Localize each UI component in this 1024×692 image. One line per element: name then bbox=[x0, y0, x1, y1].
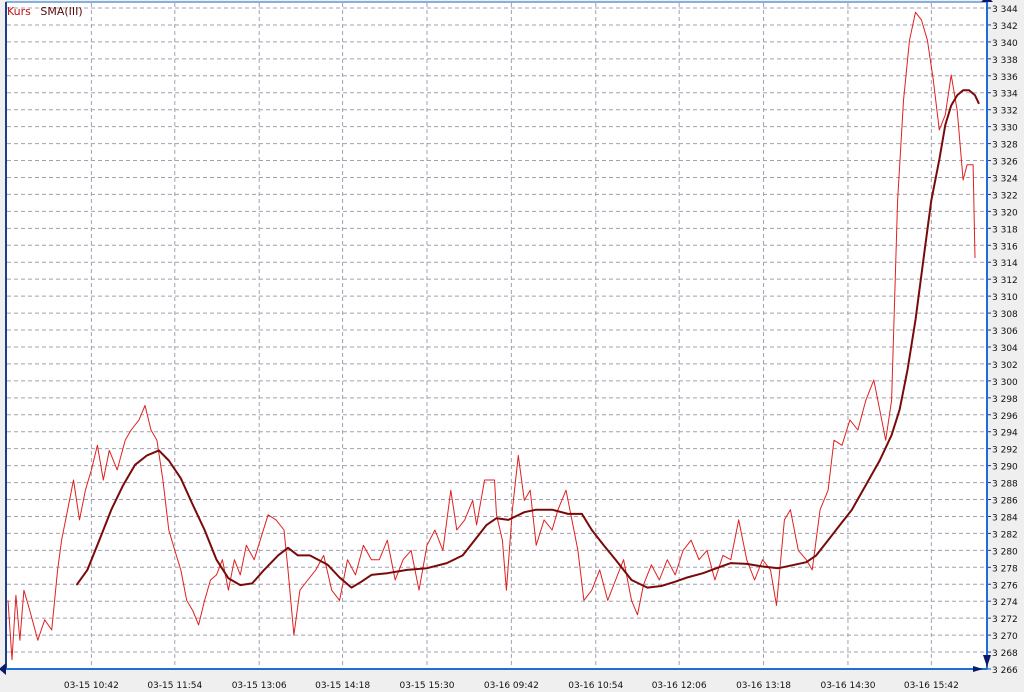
y-tick-label: 3 342 bbox=[992, 22, 1018, 32]
legend-sma: SMA(III) bbox=[40, 5, 83, 18]
y-tick-label: 3 298 bbox=[992, 395, 1018, 405]
y-tick-label: 3 314 bbox=[992, 259, 1018, 269]
y-tick-label: 3 322 bbox=[992, 191, 1018, 201]
chart-window: 3 266 3 268 3 270 3 272 3 274 3 276 3 278 3 280… bbox=[0, 0, 1024, 692]
x-tick-label: 03-16 13:18 bbox=[736, 681, 791, 691]
x-tick-label: 03-15 13:06 bbox=[232, 681, 287, 691]
y-tick-label: 3 284 bbox=[992, 513, 1018, 523]
y-tick-label: 3 338 bbox=[992, 56, 1018, 66]
y-tick-label: 3 310 bbox=[992, 293, 1018, 303]
x-tick-label: 03-16 10:54 bbox=[568, 681, 623, 691]
y-tick-label: 3 318 bbox=[992, 225, 1018, 235]
y-tick-label: 3 324 bbox=[992, 174, 1018, 184]
y-tick-label: 3 308 bbox=[992, 310, 1018, 320]
y-tick-label: 3 330 bbox=[992, 124, 1018, 134]
y-tick-label: 3 266 bbox=[992, 666, 1018, 676]
price-chart[interactable]: 3 266 3 268 3 270 3 272 3 274 3 276 3 278 3 280… bbox=[0, 0, 1024, 692]
y-tick-label: 3 328 bbox=[992, 141, 1018, 151]
y-tick-label: 3 282 bbox=[992, 530, 1018, 540]
scroll-left-arrow-icon bbox=[0, 663, 6, 675]
y-tick-label: 3 292 bbox=[992, 446, 1018, 456]
y-tick-label: 3 340 bbox=[992, 39, 1018, 49]
y-tick-label: 3 294 bbox=[992, 429, 1018, 439]
y-tick-label: 3 296 bbox=[992, 412, 1018, 422]
y-tick-label: 3 268 bbox=[992, 649, 1018, 659]
x-tick-label: 03-15 10:42 bbox=[64, 681, 119, 691]
x-tick-label: 03-16 12:06 bbox=[652, 681, 707, 691]
x-tick-label: 03-15 11:54 bbox=[147, 681, 202, 691]
y-tick-label: 3 276 bbox=[992, 581, 1018, 591]
y-tick-label: 3 306 bbox=[992, 327, 1018, 337]
legend-kurs: Kurs bbox=[7, 5, 31, 18]
x-tick-label: 03-16 15:42 bbox=[904, 681, 959, 691]
y-tick-label: 3 336 bbox=[992, 73, 1018, 83]
y-tick-label: 3 302 bbox=[992, 361, 1018, 371]
y-tick-label: 3 286 bbox=[992, 497, 1018, 507]
scroll-up-arrow-icon bbox=[981, 0, 993, 2]
y-tick-label: 3 312 bbox=[992, 276, 1018, 286]
y-tick-label: 3 344 bbox=[992, 5, 1018, 15]
y-tick-label: 3 290 bbox=[992, 463, 1018, 473]
y-tick-label: 3 278 bbox=[992, 564, 1018, 574]
y-tick-label: 3 280 bbox=[992, 547, 1018, 557]
y-tick-label: 3 334 bbox=[992, 90, 1018, 100]
x-tick-label: 03-15 15:30 bbox=[400, 681, 455, 691]
y-tick-label: 3 332 bbox=[992, 107, 1018, 117]
x-tick-label: 03-15 14:18 bbox=[315, 681, 370, 691]
plot-area bbox=[6, 3, 987, 669]
y-tick-label: 3 288 bbox=[992, 480, 1018, 490]
y-tick-label: 3 326 bbox=[992, 158, 1018, 168]
y-tick-label: 3 316 bbox=[992, 242, 1018, 252]
y-tick-label: 3 272 bbox=[992, 615, 1018, 625]
y-tick-label: 3 304 bbox=[992, 344, 1018, 354]
y-tick-label: 3 300 bbox=[992, 378, 1018, 388]
x-tick-label: 03-16 14:30 bbox=[820, 681, 875, 691]
x-tick-label: 03-16 09:42 bbox=[484, 681, 539, 691]
y-tick-label: 3 274 bbox=[992, 598, 1018, 608]
legend: Kurs SMA(III) bbox=[7, 5, 89, 18]
y-tick-label: 3 270 bbox=[992, 632, 1018, 642]
y-tick-label: 3 320 bbox=[992, 208, 1018, 218]
